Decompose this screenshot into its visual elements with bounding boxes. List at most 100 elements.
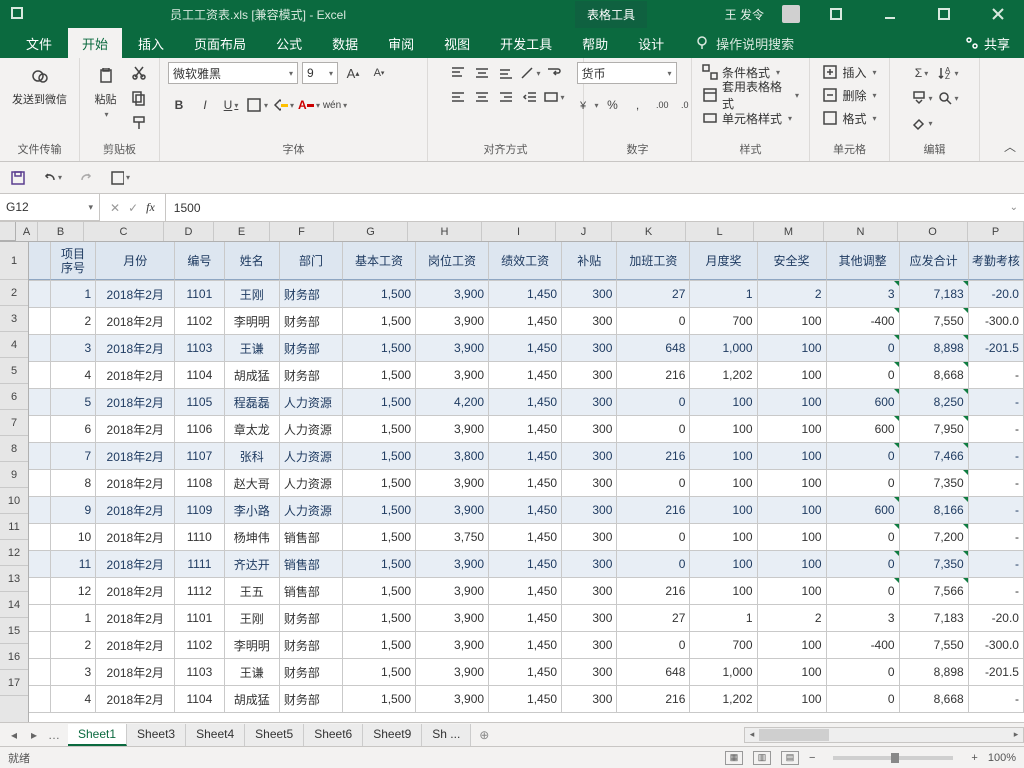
cell[interactable]: 王刚 (225, 281, 280, 307)
header-cell[interactable]: 月度奖 (690, 242, 757, 280)
cell[interactable]: -400 (827, 308, 900, 334)
cell[interactable]: 300 (562, 659, 617, 685)
cell[interactable]: 1,500 (343, 551, 416, 577)
sheet-nav-prev[interactable]: ▸ (26, 728, 42, 742)
align-middle-button[interactable] (471, 62, 493, 84)
cell[interactable]: 0 (827, 335, 900, 361)
cell[interactable]: 1,500 (343, 470, 416, 496)
cell[interactable]: 0 (827, 524, 900, 550)
cell[interactable] (29, 632, 51, 658)
cell[interactable]: 0 (827, 443, 900, 469)
cell[interactable]: 1,450 (489, 281, 562, 307)
cell[interactable]: 销售部 (280, 551, 343, 577)
cell[interactable]: 1101 (175, 281, 224, 307)
align-center-button[interactable] (471, 86, 493, 108)
row-header[interactable]: 3 (0, 306, 28, 332)
expand-formula-bar-button[interactable]: ⌄ (1010, 202, 1018, 213)
cell[interactable]: 2 (758, 605, 827, 631)
cell[interactable]: 张科 (225, 443, 280, 469)
row-header[interactable]: 7 (0, 410, 28, 436)
cell[interactable]: 人力资源 (280, 389, 343, 415)
cell[interactable]: 3 (827, 281, 900, 307)
cells-grid[interactable]: 项目序号月份编号姓名部门基本工资岗位工资绩效工资补贴加班工资月度奖安全奖其他调整… (29, 242, 1024, 722)
customize-qat-button[interactable]: ▾ (110, 168, 130, 188)
cell[interactable]: 100 (690, 551, 757, 577)
cell[interactable]: 5 (51, 389, 96, 415)
cell[interactable]: 2018年2月 (96, 497, 175, 523)
cell[interactable]: 财务部 (280, 605, 343, 631)
cell[interactable]: 1,500 (343, 497, 416, 523)
cell[interactable]: 100 (690, 470, 757, 496)
cell[interactable]: 0 (617, 551, 690, 577)
column-header-B[interactable]: B (38, 222, 84, 241)
column-header-F[interactable]: F (270, 222, 334, 241)
increase-font-button[interactable]: A▴ (342, 62, 364, 84)
accounting-format-button[interactable]: ¥▾ (577, 94, 599, 116)
cancel-formula-button[interactable]: ✕ (110, 201, 120, 215)
cell[interactable]: 3,900 (416, 551, 489, 577)
cell[interactable]: 27 (617, 605, 690, 631)
cell[interactable]: 7,183 (900, 605, 969, 631)
horizontal-scrollbar[interactable]: ◂ ▸ (744, 727, 1024, 743)
cell[interactable]: 人力资源 (280, 497, 343, 523)
cell[interactable]: 1,450 (489, 362, 562, 388)
header-cell[interactable]: 项目序号 (51, 242, 96, 280)
italic-button[interactable]: I (194, 94, 216, 116)
cell[interactable]: 销售部 (280, 578, 343, 604)
column-header-N[interactable]: N (824, 222, 898, 241)
cell[interactable]: 300 (562, 551, 617, 577)
cell[interactable]: 1,450 (489, 308, 562, 334)
header-cell[interactable]: 部门 (280, 242, 343, 280)
undo-button[interactable]: ▾ (42, 168, 62, 188)
cell[interactable]: 0 (617, 632, 690, 658)
cell[interactable]: 300 (562, 335, 617, 361)
cell[interactable]: 2018年2月 (96, 470, 175, 496)
cell[interactable]: 216 (617, 686, 690, 712)
column-header-G[interactable]: G (334, 222, 408, 241)
cell[interactable]: 1 (51, 281, 96, 307)
copy-button[interactable] (128, 87, 150, 109)
number-format-combo[interactable]: 货币▾ (577, 62, 677, 84)
cell[interactable]: 3,900 (416, 632, 489, 658)
cell[interactable]: 3,900 (416, 362, 489, 388)
cell[interactable]: 600 (827, 389, 900, 415)
cell[interactable]: 4 (51, 686, 96, 712)
row-header[interactable]: 2 (0, 280, 28, 306)
cell[interactable]: 300 (562, 524, 617, 550)
cell[interactable]: 齐达开 (225, 551, 280, 577)
cell[interactable]: 1,450 (489, 686, 562, 712)
fill-button[interactable]: ▾ (911, 87, 933, 109)
cell[interactable]: 1106 (175, 416, 224, 442)
cell[interactable]: 2018年2月 (96, 524, 175, 550)
zoom-slider[interactable] (833, 756, 953, 760)
cell[interactable]: 100 (758, 524, 827, 550)
cell[interactable]: 0 (827, 362, 900, 388)
underline-button[interactable]: U▾ (220, 94, 242, 116)
cell[interactable]: 程磊磊 (225, 389, 280, 415)
cell[interactable]: 3 (51, 335, 96, 361)
cell[interactable]: 1,450 (489, 416, 562, 442)
cell[interactable]: 1110 (175, 524, 224, 550)
cell[interactable]: 12 (51, 578, 96, 604)
cell[interactable]: 1107 (175, 443, 224, 469)
cell[interactable]: 2018年2月 (96, 281, 175, 307)
cell[interactable]: 3,900 (416, 578, 489, 604)
header-cell[interactable]: 其他调整 (827, 242, 900, 280)
cell[interactable]: 0 (617, 416, 690, 442)
cell[interactable]: 1,500 (343, 659, 416, 685)
row-header[interactable]: 17 (0, 670, 28, 696)
ribbon-display-options-icon[interactable] (818, 0, 854, 28)
cell[interactable]: 1,450 (489, 470, 562, 496)
align-right-button[interactable] (495, 86, 517, 108)
cell[interactable]: 2018年2月 (96, 389, 175, 415)
cell[interactable]: 1,450 (489, 551, 562, 577)
cell[interactable]: 300 (562, 605, 617, 631)
cell[interactable]: 1,000 (690, 659, 757, 685)
cell[interactable]: 1,500 (343, 335, 416, 361)
cell[interactable]: 2018年2月 (96, 362, 175, 388)
cell[interactable]: 1 (690, 281, 757, 307)
cell[interactable] (29, 470, 51, 496)
cell[interactable]: 1,500 (343, 605, 416, 631)
tab-developer[interactable]: 开发工具 (486, 28, 566, 59)
cell[interactable]: 杨坤伟 (225, 524, 280, 550)
